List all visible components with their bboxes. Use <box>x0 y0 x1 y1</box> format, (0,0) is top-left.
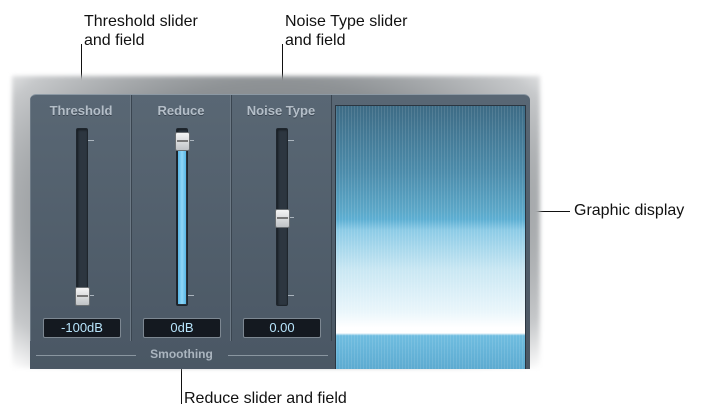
threshold-label: Threshold <box>49 103 113 118</box>
reduce-slider-fill <box>178 147 186 304</box>
threshold-callout-line1: Threshold slider <box>84 13 198 30</box>
reduce-bottom-tick <box>188 295 194 296</box>
smoothing-section: Smoothing <box>30 343 333 369</box>
threshold-top-tick <box>88 140 94 141</box>
noise-type-column: Noise Type 0.00 <box>230 95 332 341</box>
noise-type-slider-thumb[interactable] <box>275 209 290 228</box>
reduce-label: Reduce <box>157 103 205 118</box>
threshold-callout-line2: and field <box>84 32 145 49</box>
threshold-callout: Threshold slider and field <box>84 12 198 50</box>
threshold-column: Threshold -100dB <box>30 95 132 341</box>
noise-type-field[interactable]: 0.00 <box>243 318 321 338</box>
noise-type-top-tick <box>288 140 294 141</box>
graphic-display <box>335 105 526 369</box>
threshold-slider-track[interactable] <box>76 128 88 306</box>
threshold-field[interactable]: -100dB <box>43 318 121 338</box>
noise-type-callout: Noise Type slider and field <box>285 12 407 50</box>
smoothing-label: Smoothing <box>150 347 213 361</box>
smoothing-divider-right <box>228 355 328 356</box>
denoiser-plugin-panel: Threshold -100dB Reduce 0dB Noise Type 0… <box>30 94 530 369</box>
noise-type-callout-line2: and field <box>285 32 346 49</box>
reduce-slider-thumb[interactable] <box>175 132 190 151</box>
reduce-field[interactable]: 0dB <box>143 318 221 338</box>
reduce-column: Reduce 0dB <box>130 95 232 341</box>
threshold-slider-thumb[interactable] <box>75 287 90 306</box>
reduce-callout: Reduce slider and field <box>184 390 347 407</box>
noise-type-callout-line1: Noise Type slider <box>285 13 408 30</box>
noise-type-label: Noise Type <box>246 103 316 118</box>
graphic-display-callout: Graphic display <box>574 202 685 219</box>
reduce-slider-track[interactable] <box>176 128 188 306</box>
noise-type-bottom-tick <box>288 295 294 296</box>
